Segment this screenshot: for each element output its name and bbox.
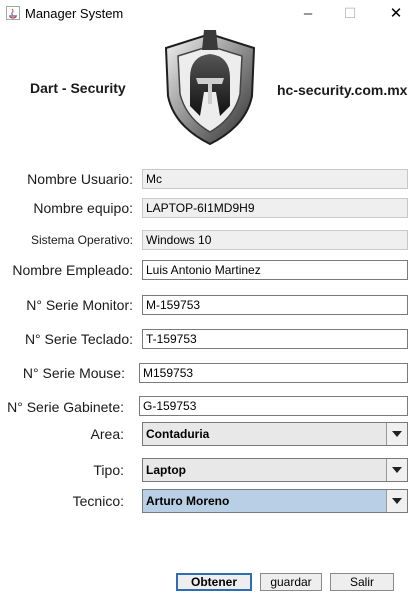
nombre-equipo-field[interactable]: LAPTOP-6I1MD9H9 bbox=[142, 198, 408, 218]
obtener-button[interactable]: Obtener bbox=[176, 573, 252, 591]
title-bar: Manager System – ☐ ✕ bbox=[0, 0, 420, 28]
nombre-empleado-value: Luis Antonio Martinez bbox=[146, 263, 261, 277]
minimize-button[interactable]: – bbox=[288, 0, 328, 28]
spartan-shield-logo-icon bbox=[164, 30, 256, 146]
tipo-selected-value: Laptop bbox=[146, 463, 186, 477]
brand-website: hc-security.com.mx bbox=[277, 82, 408, 98]
label-nombre-equipo: Nombre equipo: bbox=[33, 200, 133, 216]
chevron-down-icon[interactable] bbox=[386, 423, 407, 445]
label-serie-mouse: N° Serie Mouse: bbox=[22, 365, 125, 381]
nombre-equipo-value: LAPTOP-6I1MD9H9 bbox=[146, 201, 255, 215]
serie-gabinete-field[interactable]: G-159753 bbox=[139, 396, 408, 416]
serie-teclado-field[interactable]: T-159753 bbox=[142, 329, 408, 349]
label-serie-teclado: N° Serie Teclado: bbox=[24, 331, 133, 347]
maximize-button[interactable]: ☐ bbox=[330, 0, 370, 28]
label-nombre-usuario: Nombre Usuario: bbox=[27, 171, 133, 187]
label-tipo: Tipo: bbox=[93, 462, 124, 478]
label-tecnico: Tecnico: bbox=[72, 493, 124, 509]
serie-monitor-field[interactable]: M-159753 bbox=[142, 295, 408, 315]
sistema-operativo-value: Windows 10 bbox=[146, 233, 212, 247]
nombre-usuario-field[interactable]: Mc bbox=[142, 169, 408, 189]
nombre-empleado-field[interactable]: Luis Antonio Martinez bbox=[142, 260, 408, 280]
window-title: Manager System bbox=[25, 6, 124, 21]
area-selected-value: Contaduria bbox=[146, 427, 210, 441]
label-sistema-operativo: Sistema Operativo: bbox=[30, 233, 133, 247]
sistema-operativo-field[interactable]: Windows 10 bbox=[142, 230, 408, 250]
chevron-down-icon[interactable] bbox=[386, 459, 407, 481]
serie-mouse-field[interactable]: M159753 bbox=[139, 363, 408, 383]
label-area: Area: bbox=[90, 426, 124, 442]
label-serie-monitor: N° Serie Monitor: bbox=[26, 297, 133, 313]
java-app-icon bbox=[6, 6, 20, 20]
label-serie-gabinete: N° Serie Gabinete: bbox=[7, 399, 124, 415]
brand-name: Dart - Security bbox=[30, 80, 126, 96]
serie-mouse-value: M159753 bbox=[143, 366, 194, 380]
serie-teclado-value: T-159753 bbox=[146, 332, 197, 346]
chevron-down-icon[interactable] bbox=[386, 490, 407, 512]
serie-monitor-value: M-159753 bbox=[146, 298, 201, 312]
guardar-button[interactable]: guardar bbox=[260, 573, 322, 591]
close-button[interactable]: ✕ bbox=[376, 0, 416, 28]
tipo-combo[interactable]: Laptop bbox=[142, 458, 408, 482]
nombre-usuario-value: Mc bbox=[146, 172, 162, 186]
area-combo[interactable]: Contaduria bbox=[142, 422, 408, 446]
tecnico-selected-value: Arturo Moreno bbox=[146, 494, 230, 508]
tecnico-combo[interactable]: Arturo Moreno bbox=[142, 489, 408, 513]
label-nombre-empleado: Nombre Empleado: bbox=[12, 262, 133, 278]
salir-button[interactable]: Salir bbox=[330, 573, 394, 591]
serie-gabinete-value: G-159753 bbox=[143, 399, 197, 413]
